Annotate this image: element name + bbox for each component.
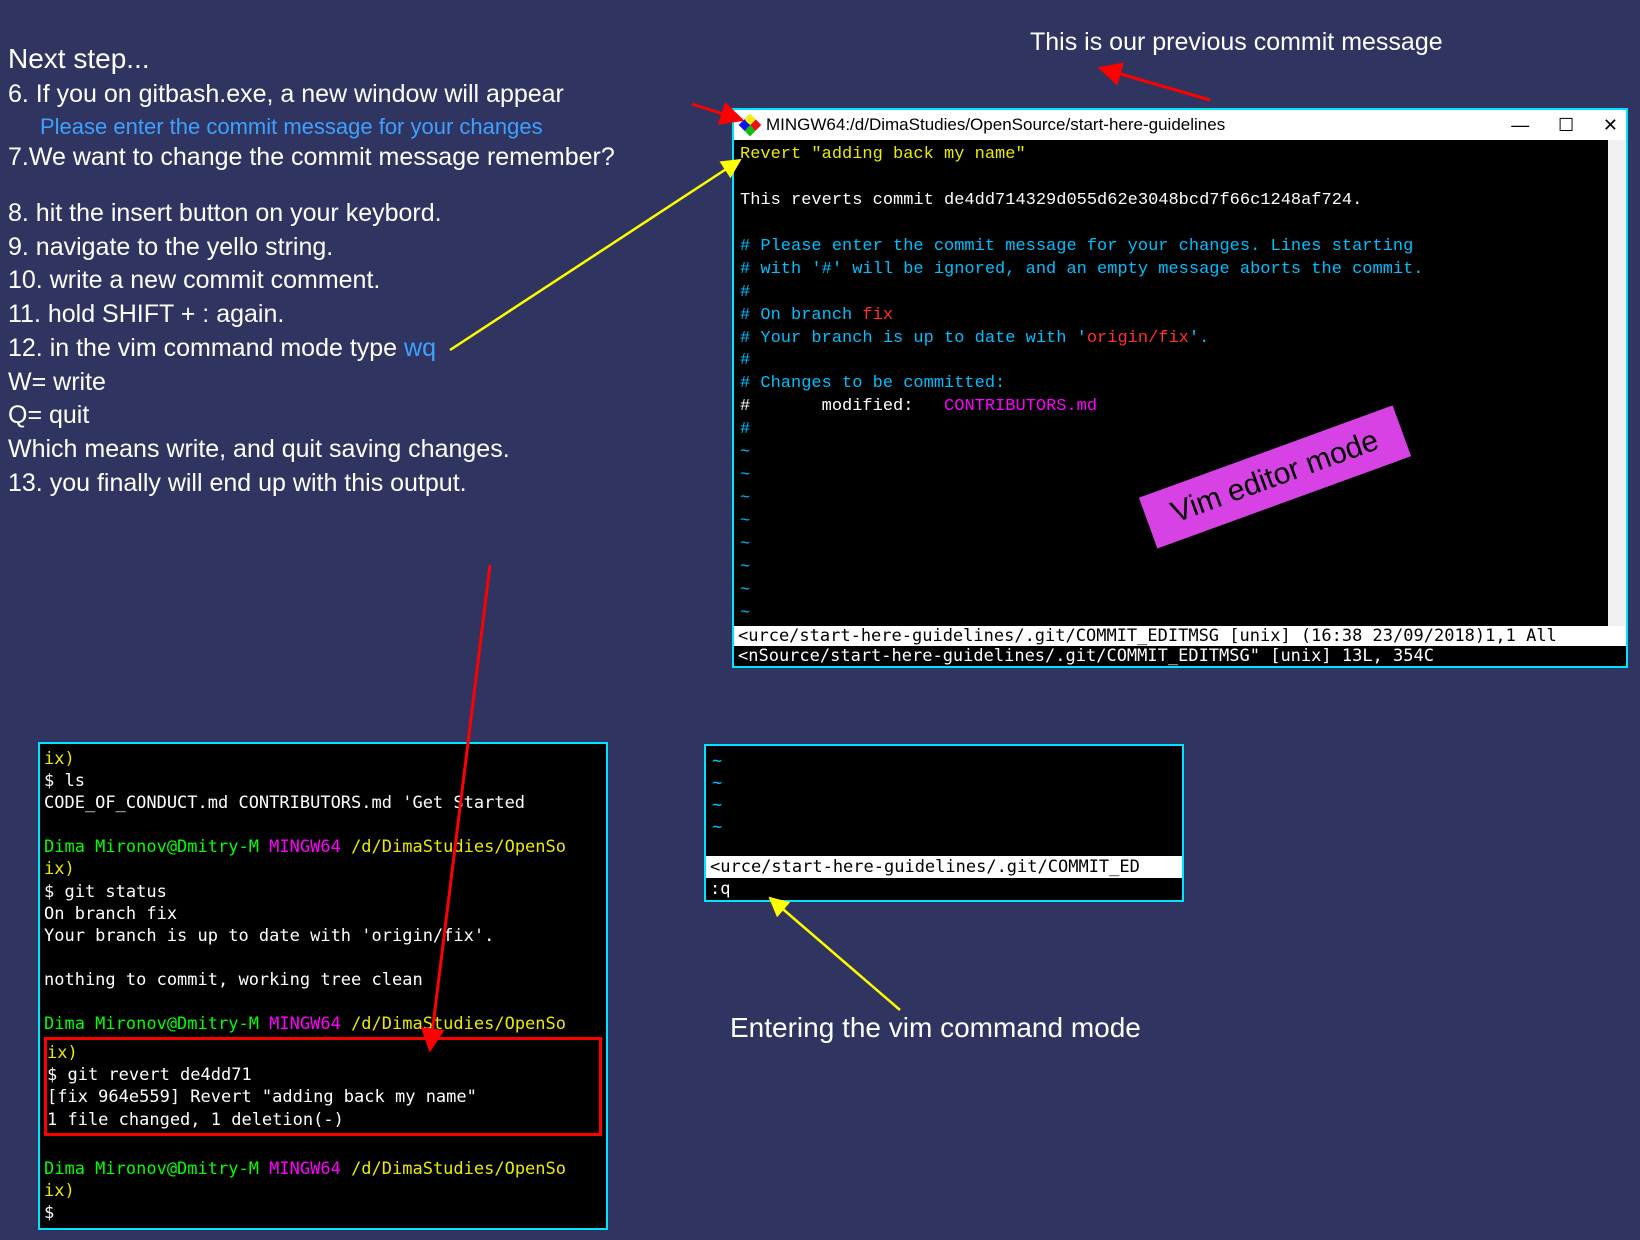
term-prompt-path: /d/DimaStudies/OpenSo	[351, 1014, 566, 1034]
vim-uptodate-pre: # Your branch is up to date with '	[740, 329, 1087, 348]
window-controls: — ☐ ✕	[1487, 115, 1618, 136]
gitbash-icon	[739, 114, 762, 137]
vim-scrollbar[interactable]	[1608, 140, 1626, 626]
vim-editor-window: MINGW64:/d/DimaStudies/OpenSource/start-…	[732, 108, 1628, 668]
instruction-step-12-cmd: wq	[404, 334, 436, 362]
term-prompt-host: MINGW64	[269, 837, 351, 857]
vim-cmd-cmdline[interactable]: :q	[706, 878, 1182, 900]
vim-uptodate-branch: origin/fix	[1087, 329, 1189, 348]
vim-on-branch-name: fix	[862, 306, 893, 325]
term-dollar: $	[44, 1202, 602, 1224]
term-prompt-path: /d/DimaStudies/OpenSo	[351, 837, 566, 857]
vim-tilde: ~	[740, 603, 1620, 626]
term-prompt-path: /d/DimaStudies/OpenSo	[351, 1159, 566, 1179]
vim-comment-2: # with '#' will be ignored, and an empty…	[740, 259, 1620, 282]
vim-cmd-tilde: ~	[712, 816, 1176, 838]
term-prompt-host: MINGW64	[269, 1159, 351, 1179]
vim-window-title: MINGW64:/d/DimaStudies/OpenSource/start-…	[766, 115, 1225, 135]
vim-comment-hash-3: #	[740, 419, 1620, 442]
vim-cmd-statusbar: <urce/start-here-guidelines/.git/COMMIT_…	[706, 856, 1182, 878]
instruction-step-10: 10. write a new commit comment.	[8, 264, 615, 298]
instruction-step-12: 12. in the vim command mode type wq	[8, 332, 615, 366]
vim-up-to-date: # Your branch is up to date with 'origin…	[740, 328, 1620, 351]
term-prompt-3: Dima Mironov@Dmitry-M MINGW64 /d/DimaStu…	[44, 1158, 602, 1180]
arrow-command-mode	[770, 898, 900, 1010]
vim-cmd-body[interactable]: ~ ~ ~ ~	[706, 746, 1182, 856]
close-button[interactable]: ✕	[1603, 115, 1618, 135]
term-revert-highlight-box: ix) $ git revert de4dd71 [fix 964e559] R…	[44, 1037, 602, 1135]
term-prompt-2: Dima Mironov@Dmitry-M MINGW64 /d/DimaStu…	[44, 1013, 602, 1035]
instruction-step-11: 11. hold SHIFT + : again.	[8, 298, 615, 332]
term-revert-cmd: $ git revert de4dd71	[47, 1064, 599, 1086]
vim-modified-file: CONTRIBUTORS.md	[944, 397, 1097, 416]
instruction-step-7: 7.We want to change the commit message r…	[8, 141, 615, 175]
vim-cmdline: <nSource/start-here-guidelines/.git/COMM…	[734, 646, 1626, 666]
vim-revert-line: Revert "adding back my name"	[740, 144, 1620, 167]
vim-modified-prefix: # modified:	[740, 397, 944, 416]
vim-statusbar: <urce/start-here-guidelines/.git/COMMIT_…	[734, 626, 1626, 646]
vim-comment-hash-1: #	[740, 282, 1620, 305]
vim-tilde: ~	[740, 442, 1620, 465]
vim-command-mode-window: ~ ~ ~ ~ <urce/start-here-guidelines/.git…	[704, 744, 1184, 902]
instructions-title: Next step...	[8, 40, 615, 78]
instruction-step-6: 6. If you on gitbash.exe, a new window w…	[8, 78, 615, 112]
term-ix: ix)	[44, 748, 602, 770]
vim-reverts-commit: This reverts commit de4dd714329d055d62e3…	[740, 190, 1620, 213]
instruction-w: W= write	[8, 366, 615, 400]
term-on-branch: On branch fix	[44, 903, 602, 925]
term-up-to-date: Your branch is up to date with 'origin/f…	[44, 925, 602, 947]
term-revert-out1: [fix 964e559] Revert "adding back my nam…	[47, 1086, 599, 1108]
term-prompt-1: Dima Mironov@Dmitry-M MINGW64 /d/DimaStu…	[44, 836, 602, 858]
instruction-step-6-sub: Please enter the commit message for your…	[8, 112, 615, 142]
vim-cmd-tilde: ~	[712, 772, 1176, 794]
term-nothing: nothing to commit, working tree clean	[44, 969, 602, 991]
term-prompt-user: Dima Mironov@Dmitry-M	[44, 1014, 269, 1034]
term-prompt-user: Dima Mironov@Dmitry-M	[44, 837, 269, 857]
instruction-step-13: 13. you finally will end up with this ou…	[8, 467, 615, 501]
instruction-step-8: 8. hit the insert button on your keybord…	[8, 197, 615, 231]
vim-on-branch-prefix: # On branch	[740, 306, 862, 325]
maximize-button[interactable]: ☐	[1558, 115, 1574, 135]
vim-modified: # modified: CONTRIBUTORS.md	[740, 396, 1620, 419]
minimize-button[interactable]: —	[1511, 115, 1529, 135]
terminal-output-window: ix) $ ls CODE_OF_CONDUCT.md CONTRIBUTORS…	[38, 742, 608, 1230]
vim-comment-1: # Please enter the commit message for yo…	[740, 236, 1620, 259]
vim-on-branch: # On branch fix	[740, 305, 1620, 328]
vim-editor-body[interactable]: Revert "adding back my name" This revert…	[734, 140, 1626, 626]
arrow-previous-commit	[1100, 68, 1210, 100]
term-prompt-host: MINGW64	[269, 1014, 351, 1034]
instruction-step-12-text: 12. in the vim command mode type	[8, 334, 404, 362]
vim-comment-hash-2: #	[740, 350, 1620, 373]
term-revert-out2: 1 file changed, 1 deletion(-)	[47, 1109, 599, 1131]
term-ls-output: CODE_OF_CONDUCT.md CONTRIBUTORS.md 'Get …	[44, 792, 602, 814]
vim-tilde: ~	[740, 580, 1620, 603]
instruction-explain: Which means write, and quit saving chang…	[8, 433, 615, 467]
vim-cmd-tilde: ~	[712, 750, 1176, 772]
vim-tilde: ~	[740, 557, 1620, 580]
instruction-q: Q= quit	[8, 399, 615, 433]
instructions-block: Next step... 6. If you on gitbash.exe, a…	[8, 40, 615, 501]
term-ix-4: ix)	[44, 1180, 602, 1202]
instruction-step-9: 9. navigate to the yello string.	[8, 231, 615, 265]
term-prompt-user: Dima Mironov@Dmitry-M	[44, 1159, 269, 1179]
term-git-status: $ git status	[44, 881, 602, 903]
term-ls: $ ls	[44, 770, 602, 792]
vim-titlebar: MINGW64:/d/DimaStudies/OpenSource/start-…	[734, 110, 1626, 140]
term-ix-2: ix)	[44, 858, 602, 880]
term-ix-3: ix)	[47, 1042, 599, 1064]
vim-cmd-tilde: ~	[712, 794, 1176, 816]
annotation-previous-commit: This is our previous commit message	[1030, 28, 1443, 57]
annotation-vim-command-mode: Entering the vim command mode	[730, 1012, 1141, 1044]
vim-uptodate-post: '.	[1189, 329, 1209, 348]
vim-changes: # Changes to be committed:	[740, 373, 1620, 396]
